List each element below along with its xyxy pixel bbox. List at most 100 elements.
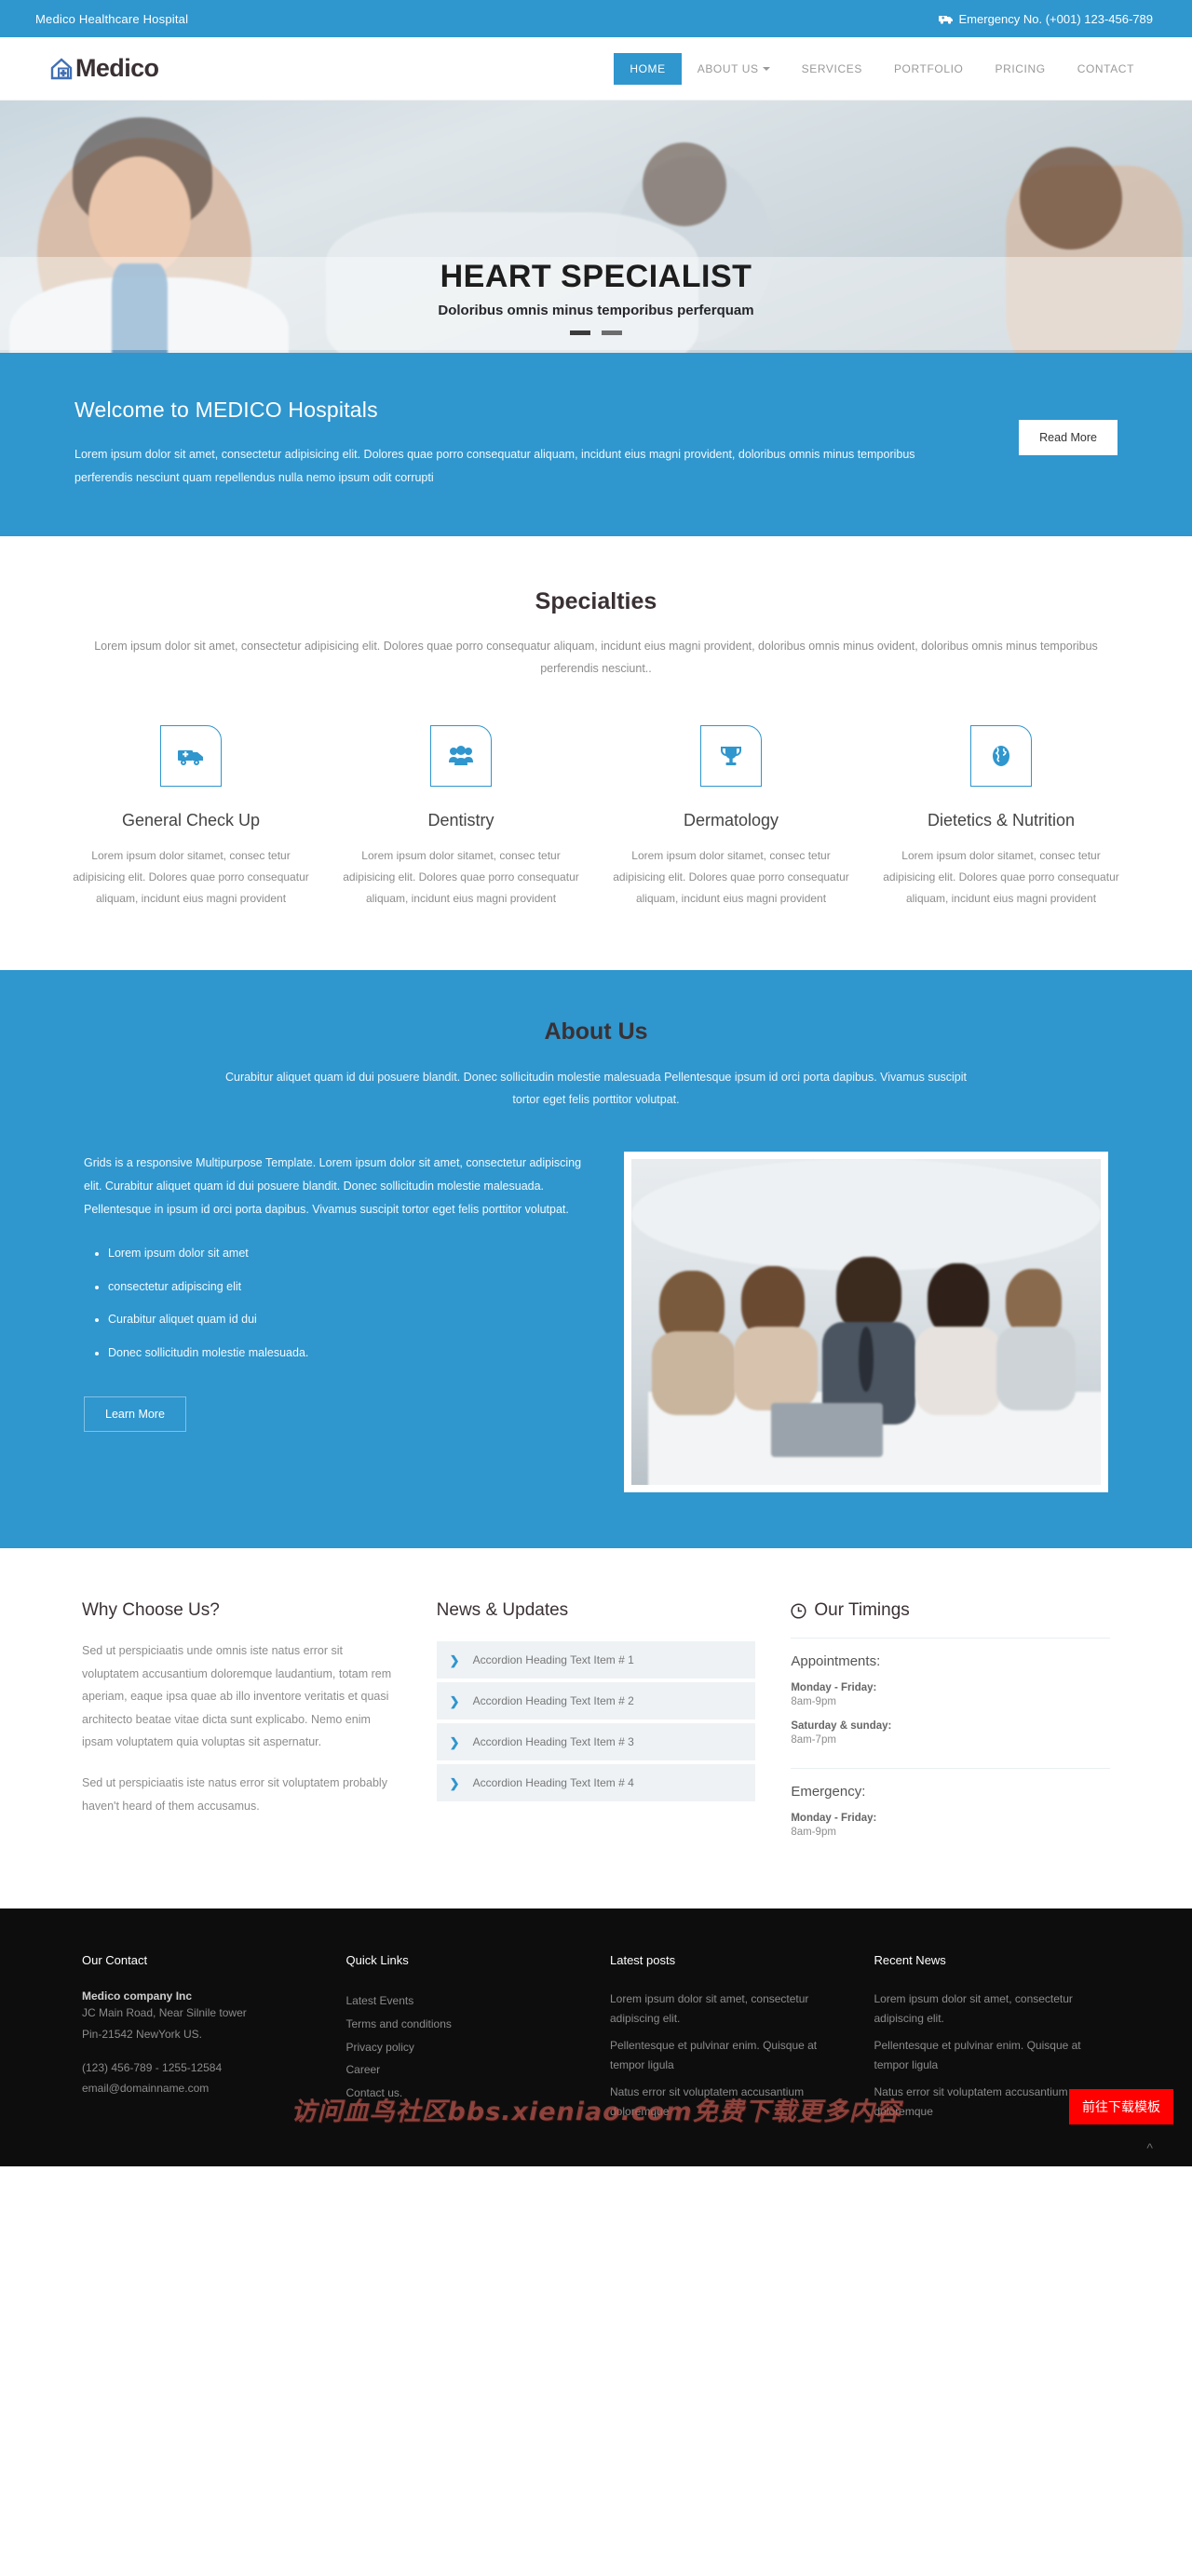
specialty-description: Lorem ipsum dolor sitamet, consec tetur …	[73, 848, 309, 906]
accordion-list: ❯ Accordion Heading Text Item # 1 ❯ Acco…	[436, 1641, 756, 1802]
accordion-item[interactable]: ❯ Accordion Heading Text Item # 1	[436, 1641, 756, 1679]
footer-heading: Latest posts	[610, 1953, 676, 1968]
chevron-up-icon[interactable]: ^	[1146, 2140, 1153, 2155]
about-subtitle: Curabitur aliquet quam id dui posuere bl…	[224, 1070, 968, 1107]
specialty-name: Dietetics & Nutrition	[927, 810, 1076, 829]
timings-block-appointments: Appointments: Monday - Friday: 8am-9pm S…	[791, 1639, 1110, 1751]
accordion-item-label: Accordion Heading Text Item # 3	[472, 1735, 634, 1749]
footer-link-contact-us[interactable]: Contact us.	[346, 2082, 583, 2105]
nav-item-contact[interactable]: CONTACT	[1062, 53, 1150, 85]
timings-block-emergency: Emergency: Monday - Friday: 8am-9pm	[791, 1769, 1110, 1843]
footer-heading: Our Contact	[82, 1953, 148, 1968]
why-choose-us-column: Why Choose Us? Sed ut perspiciaatis unde…	[82, 1600, 401, 1843]
timings-day: Monday - Friday:	[791, 1813, 877, 1825]
footer-post[interactable]: Lorem ipsum dolor sit amet, consectetur …	[874, 1989, 1111, 2029]
carousel-indicators	[0, 323, 1192, 340]
carousel-indicator-2[interactable]	[602, 330, 623, 335]
specialty-card[interactable]: Dietetics & Nutrition Lorem ipsum dolor …	[866, 724, 1136, 910]
specialty-card[interactable]: Dentistry Lorem ipsum dolor sitamet, con…	[326, 724, 596, 910]
welcome-heading: Welcome to MEDICO Hospitals	[74, 398, 378, 422]
footer-quick-links-column: Quick Links Latest Events Terms and cond…	[346, 1953, 583, 2129]
about-section: About Us Curabitur aliquet quam id dui p…	[0, 969, 1192, 1549]
nav-item-home[interactable]: HOME	[614, 52, 682, 85]
about-bullet-list: Lorem ipsum dolor sit amet consectetur a…	[108, 1246, 587, 1361]
globe-icon	[970, 724, 1032, 787]
chevron-down-icon	[762, 67, 770, 72]
news-updates-column: News & Updates ❯ Accordion Heading Text …	[436, 1600, 756, 1843]
hero-subtitle: Doloribus omnis minus temporibus perferq…	[438, 303, 754, 318]
accordion-item[interactable]: ❯ Accordion Heading Text Item # 4	[436, 1764, 756, 1802]
read-more-button[interactable]: Read More	[1019, 420, 1118, 455]
mid-section: Why Choose Us? Sed ut perspiciaatis unde…	[0, 1548, 1192, 1909]
carousel-indicator-1[interactable]	[569, 330, 590, 335]
accordion-item[interactable]: ❯ Accordion Heading Text Item # 2	[436, 1682, 756, 1720]
trophy-icon	[700, 724, 762, 787]
timings-kind: Emergency:	[791, 1784, 866, 1801]
specialty-name: General Check Up	[121, 810, 261, 829]
about-title: About Us	[544, 1018, 648, 1045]
footer-post[interactable]: Pellentesque et pulvinar enim. Quisque a…	[874, 2036, 1111, 2075]
specialty-name: Dentistry	[427, 810, 494, 829]
timings-hours: 8am-9pm	[791, 1696, 836, 1708]
nav-item-services[interactable]: SERVICES	[786, 53, 878, 85]
footer-phone[interactable]: (123) 456-789 - 1255-12584	[82, 2057, 318, 2078]
footer-link-privacy[interactable]: Privacy policy	[346, 2036, 583, 2059]
why-choose-us-heading: Why Choose Us?	[82, 1600, 220, 1621]
timings-day: Monday - Friday:	[791, 1682, 877, 1694]
nav-item-pricing[interactable]: PRICING	[979, 53, 1061, 85]
accordion-item-label: Accordion Heading Text Item # 1	[472, 1653, 634, 1667]
learn-more-button[interactable]: Learn More	[84, 1396, 186, 1433]
hero-banner: HEART SPECIALIST Doloribus omnis minus t…	[0, 101, 1192, 357]
timings-heading-label: Our Timings	[814, 1600, 910, 1621]
specialty-description: Lorem ipsum dolor sitamet, consec tetur …	[883, 848, 1119, 906]
specialties-grid: General Check Up Lorem ipsum dolor sitam…	[56, 724, 1136, 910]
accordion-item[interactable]: ❯ Accordion Heading Text Item # 3	[436, 1723, 756, 1761]
clock-icon	[791, 1603, 806, 1619]
specialty-description: Lorem ipsum dolor sitamet, consec tetur …	[613, 848, 849, 906]
download-template-button[interactable]: 前往下载模板	[1069, 2089, 1173, 2125]
nav-item-portfolio[interactable]: PORTFOLIO	[878, 53, 980, 85]
timings-hours: 8am-7pm	[791, 1734, 836, 1747]
top-bar: Medico Healthcare Hospital Emergency No.…	[0, 0, 1192, 37]
specialties-section: Specialties Lorem ipsum dolor sit amet, …	[0, 536, 1192, 970]
footer-company-name: Medico company Inc	[82, 1989, 193, 2003]
footer-post[interactable]: Lorem ipsum dolor sit amet, consectetur …	[610, 1989, 847, 2029]
site-name: Medico Healthcare Hospital	[35, 11, 189, 26]
footer-post[interactable]: Natus error sit voluptatem accusantium d…	[610, 2083, 847, 2122]
footer-link-terms[interactable]: Terms and conditions	[346, 2013, 583, 2036]
list-item: consectetur adipiscing elit	[108, 1279, 587, 1296]
logo[interactable]: Medico	[23, 54, 159, 83]
timings-hours: 8am-9pm	[791, 1827, 836, 1839]
news-updates-heading: News & Updates	[436, 1600, 569, 1621]
hero-title: HEART SPECIALIST	[440, 259, 752, 294]
chevron-right-icon: ❯	[449, 1775, 460, 1790]
specialty-card[interactable]: General Check Up Lorem ipsum dolor sitam…	[56, 724, 326, 910]
nav-item-about-us[interactable]: ABOUT US	[682, 53, 786, 85]
footer-post[interactable]: Pellentesque et pulvinar enim. Quisque a…	[610, 2036, 847, 2075]
emergency-number-label: Emergency No. (+001) 123-456-789	[958, 11, 1153, 26]
about-image-frame	[624, 1152, 1108, 1493]
timings-row: Monday - Friday: 8am-9pm	[791, 1682, 1110, 1707]
footer-link-career[interactable]: Career	[346, 2058, 583, 2082]
accordion-item-label: Accordion Heading Text Item # 4	[472, 1776, 634, 1790]
site-header: Medico HOME ABOUT US SERVICES PORTFOLIO …	[0, 37, 1192, 101]
logo-text: Medico	[75, 54, 159, 82]
timings-row: Monday - Friday: 8am-9pm	[791, 1813, 1110, 1838]
timings-kind: Appointments:	[791, 1653, 881, 1670]
accordion-item-label: Accordion Heading Text Item # 2	[472, 1694, 634, 1708]
footer-heading: Recent News	[874, 1953, 946, 1968]
chevron-right-icon: ❯	[449, 1734, 460, 1749]
specialties-subtitle: Lorem ipsum dolor sit amet, consectetur …	[94, 640, 1098, 675]
footer-address-line-1: JC Main Road, Near Silnile tower	[82, 2006, 247, 2020]
specialties-title: Specialties	[535, 588, 657, 614]
house-plus-icon	[49, 57, 74, 81]
footer-address-line-2: Pin-21542 NewYork US.	[82, 2027, 202, 2041]
business-meeting-photo	[631, 1159, 1101, 1486]
specialty-card[interactable]: Dermatology Lorem ipsum dolor sitamet, c…	[596, 724, 866, 910]
list-item: Lorem ipsum dolor sit amet	[108, 1246, 587, 1262]
specialty-description: Lorem ipsum dolor sitamet, consec tetur …	[343, 848, 579, 906]
emergency-contact[interactable]: Emergency No. (+001) 123-456-789	[938, 11, 1164, 26]
chevron-right-icon: ❯	[449, 1693, 460, 1708]
footer-email[interactable]: email@domainname.com	[82, 2078, 318, 2098]
footer-link-latest-events[interactable]: Latest Events	[346, 1989, 583, 2013]
